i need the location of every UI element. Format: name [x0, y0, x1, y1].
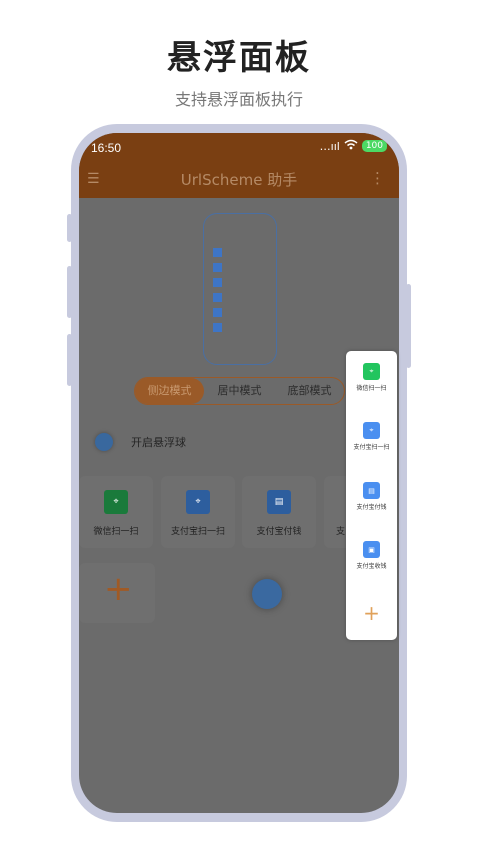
shortcut-label: 微信扫一扫 — [93, 527, 139, 537]
panel-item[interactable]: ▤ 支付宝付钱 — [346, 482, 397, 522]
panel-item-label: 支付宝付钱 — [356, 504, 387, 511]
preview-square — [213, 278, 222, 287]
shortcut-label: 支付宝扫一扫 — [170, 527, 225, 537]
preview-square — [213, 293, 222, 302]
panel-item-label: 微信扫一扫 — [356, 385, 387, 392]
mode-center[interactable]: 居中模式 — [205, 378, 274, 404]
add-icon: + — [104, 569, 133, 609]
phone-side-button — [406, 284, 411, 368]
panel-add-button[interactable]: + — [346, 601, 397, 625]
wifi-icon — [344, 139, 358, 153]
float-ball[interactable] — [252, 579, 282, 609]
float-ball-toggle-label: 开启悬浮球 — [131, 436, 186, 449]
hero-subtitle: 支持悬浮面板执行 — [174, 90, 303, 109]
alipay-scan-icon: ⌖ — [363, 422, 380, 439]
status-time: 16:50 — [91, 141, 122, 155]
alipay-scan-icon: ⌖ — [186, 490, 210, 514]
mode-selector: 侧边模式 居中模式 底部模式 — [134, 377, 345, 405]
panel-item[interactable]: ⌖ 微信扫一扫 — [346, 363, 397, 403]
preview-square — [213, 323, 222, 332]
panel-item-label: 支付宝扫一扫 — [353, 444, 390, 451]
phone-side-button — [67, 334, 72, 386]
mode-side[interactable]: 侧边模式 — [135, 378, 204, 404]
alipay-pay-icon: ▤ — [363, 482, 380, 499]
status-icons: …ııl 100 — [320, 139, 387, 153]
panel-item[interactable]: ⌖ 支付宝扫一扫 — [346, 422, 397, 462]
panel-preview — [203, 213, 277, 365]
add-shortcut-button[interactable]: + — [79, 563, 155, 623]
shortcut-card[interactable]: ▤ 支付宝付钱 — [242, 476, 316, 548]
float-ball-toggle[interactable] — [95, 433, 113, 451]
phone-side-button — [67, 214, 72, 242]
signal-icon: …ııl — [319, 139, 340, 153]
shortcut-card[interactable]: ⌖ 支付宝扫一扫 — [161, 476, 235, 548]
hero-title: 悬浮面板 — [167, 38, 311, 78]
more-icon[interactable]: ⋮ — [370, 169, 385, 187]
wechat-scan-icon: ⌖ — [104, 490, 128, 514]
preview-square — [213, 248, 222, 257]
shortcut-label: 支付宝付钱 — [256, 527, 302, 537]
wechat-scan-icon: ⌖ — [363, 363, 380, 380]
shortcut-card[interactable]: ⌖ 微信扫一扫 — [79, 476, 153, 548]
app-bar: ☰ UrlScheme 助手 ⋮ — [79, 161, 399, 198]
phone-side-button — [67, 266, 72, 318]
status-bar: 16:50 …ııl 100 — [79, 133, 399, 161]
float-ball-toggle-row[interactable]: 开启悬浮球 — [95, 429, 186, 455]
battery-icon: 100 — [361, 140, 387, 152]
panel-item-label: 支付宝收钱 — [356, 563, 387, 570]
panel-item[interactable]: ▣ 支付宝收钱 — [346, 541, 397, 581]
alipay-pay-icon: ▤ — [267, 490, 291, 514]
mode-bottom[interactable]: 底部模式 — [275, 378, 344, 404]
floating-panel: ⌖ 微信扫一扫 ⌖ 支付宝扫一扫 ▤ 支付宝付钱 ▣ 支付宝收钱 + — [346, 351, 397, 640]
alipay-receive-icon: ▣ — [363, 541, 380, 558]
app-title: UrlScheme 助手 — [180, 171, 298, 189]
preview-square — [213, 263, 222, 272]
preview-square — [213, 308, 222, 317]
